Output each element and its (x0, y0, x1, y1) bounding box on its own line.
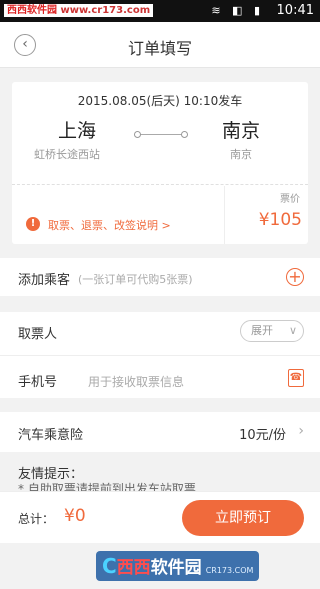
watermark-url: www.cr173.com (60, 5, 151, 16)
status-bar: 西西软件园 www.cr173.com ≋ ◧ ▮ 10:41 (0, 0, 320, 22)
status-time: 10:41 (276, 3, 314, 18)
add-passenger-label: 添加乘客 (18, 273, 71, 288)
insurance-value: 10元/份 (239, 428, 286, 443)
insurance-row[interactable]: 汽车乘意险 10元/份 › (0, 412, 320, 452)
card-divider (12, 184, 308, 185)
watermark-name: 软件园 (150, 558, 202, 578)
expand-button[interactable]: 展开 ∨ (240, 320, 304, 342)
arrival-station: 南京 (230, 148, 252, 161)
watermark-logo: C西西软件园 CR173.COM (96, 551, 260, 581)
ticket-policy-link[interactable]: 取票、退票、改签说明 > (48, 217, 171, 233)
phone-input[interactable]: 用于接收取票信息 (88, 373, 184, 390)
watermark-sub: CR173.COM (205, 566, 254, 575)
departure-city: 上海 (58, 120, 97, 142)
watermark-text: 西西软件园 (7, 5, 57, 16)
row-divider (0, 355, 320, 356)
watermark-label: 西西软件园 www.cr173.com (4, 4, 154, 17)
phone-label: 手机号 (18, 375, 58, 390)
nav-bar: ‹ 订单填写 (0, 22, 320, 68)
info-icon: ! (26, 217, 40, 231)
watermark-name-red: 西西 (116, 558, 151, 578)
route-connector (134, 131, 188, 138)
chevron-down-icon: ∨ (288, 324, 297, 337)
passenger-hint: (一张订单可代购5张票) (78, 273, 193, 286)
expand-label: 展开 (251, 324, 273, 337)
total-value: ¥0 (64, 506, 86, 526)
book-now-button[interactable]: 立即预订 (182, 500, 304, 536)
departure-station: 虹桥长途西站 (34, 148, 100, 161)
status-icons: ≋ ◧ ▮ (211, 4, 264, 17)
add-passenger-icon[interactable]: + (286, 268, 304, 286)
trip-card: 2015.08.05(后天) 10:10发车 上海 虹桥长途西站 南京 南京 !… (12, 82, 308, 244)
price-divider (224, 186, 225, 244)
price-label: 票价 (280, 194, 300, 205)
bottom-bar: 总计： ¥0 立即预订 (0, 491, 320, 543)
chevron-right-icon: › (298, 423, 304, 439)
watermark-letter: C (102, 554, 117, 578)
footer-watermark: C西西软件园 CR173.COM (0, 543, 320, 589)
add-passenger-row[interactable]: 添加乘客 (一张订单可代购5张票) + (0, 258, 320, 296)
page-title: 订单填写 (127, 39, 192, 58)
ticket-price: ¥105 (258, 210, 302, 230)
total-label: 总计： (18, 512, 55, 526)
insurance-label: 汽车乘意险 (18, 428, 84, 443)
contacts-icon[interactable]: ☎ (288, 369, 304, 387)
arrival-city: 南京 (222, 120, 261, 142)
contact-section: 取票人 展开 ∨ 手机号 用于接收取票信息 ☎ (0, 312, 320, 398)
trip-datetime: 2015.08.05(后天) 10:10发车 (77, 94, 243, 108)
ticket-collector-label: 取票人 (18, 327, 58, 342)
